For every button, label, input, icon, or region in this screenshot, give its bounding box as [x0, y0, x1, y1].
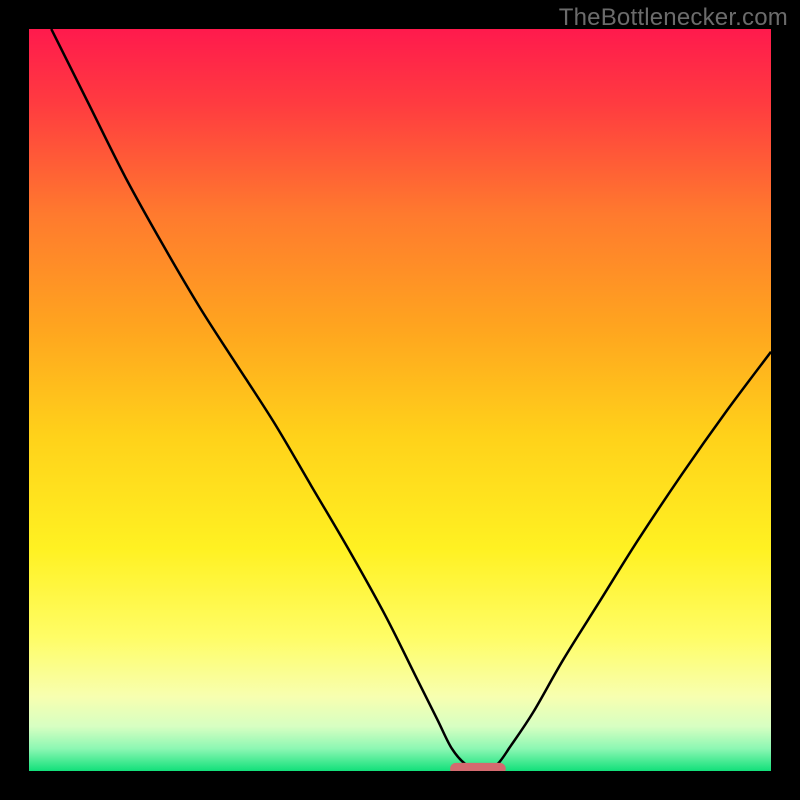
chart-container: TheBottlenecker.com [0, 0, 800, 800]
watermark-text: TheBottlenecker.com [559, 4, 788, 32]
gradient-background [29, 29, 771, 771]
bottleneck-chart [29, 29, 771, 771]
plot-area [29, 29, 771, 771]
optimal-zone-marker [450, 763, 506, 771]
